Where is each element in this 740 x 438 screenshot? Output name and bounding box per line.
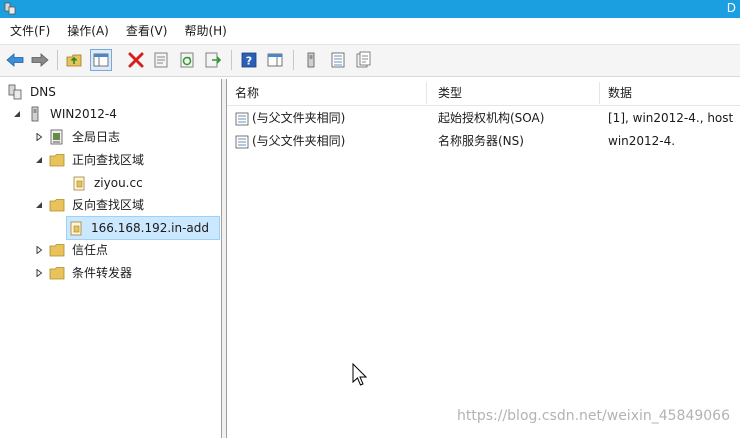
zone-document-icon bbox=[356, 51, 371, 68]
tree-node-zone-ziyou[interactable]: ziyou.cc bbox=[70, 172, 145, 194]
tree-node-global-log[interactable]: 全局日志 bbox=[34, 126, 122, 148]
back-button[interactable] bbox=[6, 51, 24, 69]
tree-node-label: 正向查找区域 bbox=[72, 153, 145, 167]
forward-arrow-icon bbox=[31, 53, 49, 67]
server-status-button[interactable] bbox=[302, 51, 320, 69]
collapsed-arrow-icon[interactable] bbox=[34, 245, 44, 255]
record-name: (与父文件夹相同) bbox=[252, 134, 346, 148]
tree-node-label: WIN2012-4 bbox=[50, 107, 117, 121]
record-icon bbox=[235, 112, 249, 125]
tree-node-dns[interactable]: DNS bbox=[6, 81, 58, 103]
zone-icon bbox=[70, 175, 88, 191]
menu-view[interactable]: 查看(V) bbox=[116, 18, 175, 44]
table-row[interactable]: (与父文件夹相同) 起始授权机构(SOA) [1], win2012-4., h… bbox=[227, 107, 740, 129]
log-icon bbox=[48, 129, 66, 145]
tree-node-reverse-zone-166[interactable]: 166.168.192.in-add bbox=[66, 216, 220, 240]
help-icon: ? bbox=[241, 52, 257, 68]
title-bar: D bbox=[0, 0, 740, 18]
delete-x-icon bbox=[128, 52, 144, 68]
expanded-arrow-icon[interactable] bbox=[34, 155, 44, 165]
watermark: https://blog.csdn.net/weixin_45849066 bbox=[456, 408, 730, 424]
properties-button[interactable] bbox=[152, 51, 170, 69]
forward-button[interactable] bbox=[31, 51, 49, 69]
show-hide-console-tree-button[interactable] bbox=[90, 49, 112, 71]
console-tree-icon bbox=[93, 53, 109, 67]
tree-node-label: DNS bbox=[30, 85, 56, 99]
server-icon bbox=[26, 106, 44, 122]
tree-node-label: 全局日志 bbox=[72, 130, 121, 144]
tree-node-label: ziyou.cc bbox=[94, 176, 143, 190]
tree-node-server[interactable]: WIN2012-4 bbox=[12, 103, 119, 125]
zone-icon bbox=[67, 220, 85, 236]
cell-name: (与父文件夹相同) bbox=[235, 130, 430, 152]
toolbar-separator bbox=[231, 50, 232, 70]
folder-up-icon bbox=[66, 54, 82, 67]
cell-name: (与父文件夹相同) bbox=[235, 107, 430, 129]
folder-icon bbox=[48, 152, 66, 168]
folder-icon bbox=[48, 265, 66, 281]
cell-data: win2012-4. bbox=[608, 134, 676, 148]
expanded-arrow-icon[interactable] bbox=[12, 109, 22, 119]
menu-file[interactable]: 文件(F) bbox=[0, 18, 57, 44]
menu-help[interactable]: 帮助(H) bbox=[174, 18, 233, 44]
export-list-button[interactable] bbox=[204, 51, 222, 69]
record-icon bbox=[235, 135, 249, 148]
collapsed-arrow-icon[interactable] bbox=[34, 132, 44, 142]
record-list-icon bbox=[331, 52, 345, 68]
dns-icon bbox=[6, 84, 24, 100]
properties-icon bbox=[154, 52, 168, 68]
cell-type: 名称服务器(NS) bbox=[438, 134, 524, 148]
header-divider bbox=[227, 105, 740, 106]
mouse-cursor-icon bbox=[352, 363, 368, 386]
export-list-icon bbox=[205, 52, 222, 68]
refresh-icon bbox=[180, 52, 194, 68]
delete-button[interactable] bbox=[127, 51, 145, 69]
table-row[interactable]: (与父文件夹相同) 名称服务器(NS) win2012-4. bbox=[227, 130, 740, 152]
column-header-data[interactable]: 数据 bbox=[600, 82, 740, 104]
dns-app-icon bbox=[4, 2, 16, 15]
toolbar: ? bbox=[0, 45, 740, 77]
tree-node-trust-points[interactable]: 信任点 bbox=[34, 239, 110, 261]
menu-bar: 文件(F) 操作(A) 查看(V) 帮助(H) bbox=[0, 18, 740, 45]
tree-node-conditional-forwarders[interactable]: 条件转发器 bbox=[34, 262, 134, 284]
tree-node-label: 信任点 bbox=[72, 243, 109, 257]
record-list-button[interactable] bbox=[329, 51, 347, 69]
svg-text:?: ? bbox=[246, 55, 252, 68]
window-title: D bbox=[726, 1, 736, 15]
collapsed-arrow-icon[interactable] bbox=[34, 268, 44, 278]
menu-action[interactable]: 操作(A) bbox=[57, 18, 116, 44]
tree-node-label: 条件转发器 bbox=[72, 266, 133, 280]
toolbar-separator bbox=[293, 50, 294, 70]
cell-data: [1], win2012-4., host bbox=[608, 111, 734, 125]
show-action-pane-button[interactable] bbox=[266, 51, 284, 69]
tree-node-reverse-zones[interactable]: 反向查找区域 bbox=[34, 194, 146, 216]
back-arrow-icon bbox=[6, 53, 24, 67]
toolbar-separator bbox=[57, 50, 58, 70]
action-pane-icon bbox=[267, 53, 283, 67]
expanded-arrow-icon[interactable] bbox=[34, 200, 44, 210]
column-header-type[interactable]: 类型 bbox=[430, 82, 600, 104]
zone-properties-button[interactable] bbox=[354, 51, 372, 69]
server-tower-icon bbox=[307, 52, 315, 68]
help-button[interactable]: ? bbox=[240, 51, 258, 69]
console-tree: DNS WIN2012-4 全局日志 正向查找区域 ziyou.cc 反向查找区… bbox=[0, 79, 222, 438]
tree-node-label: 166.168.192.in-add bbox=[91, 221, 210, 235]
folder-icon bbox=[48, 242, 66, 258]
up-level-button[interactable] bbox=[65, 51, 83, 69]
results-list: 名称 类型 数据 (与父文件夹相同) 起始授权机构(SOA) [1], win2… bbox=[227, 79, 740, 438]
folder-icon bbox=[48, 197, 66, 213]
refresh-button[interactable] bbox=[178, 51, 196, 69]
tree-node-label: 反向查找区域 bbox=[72, 198, 145, 212]
record-name: (与父文件夹相同) bbox=[252, 111, 346, 125]
tree-node-forward-zones[interactable]: 正向查找区域 bbox=[34, 149, 146, 171]
cell-type: 起始授权机构(SOA) bbox=[438, 111, 545, 125]
column-header-name[interactable]: 名称 bbox=[227, 82, 427, 104]
